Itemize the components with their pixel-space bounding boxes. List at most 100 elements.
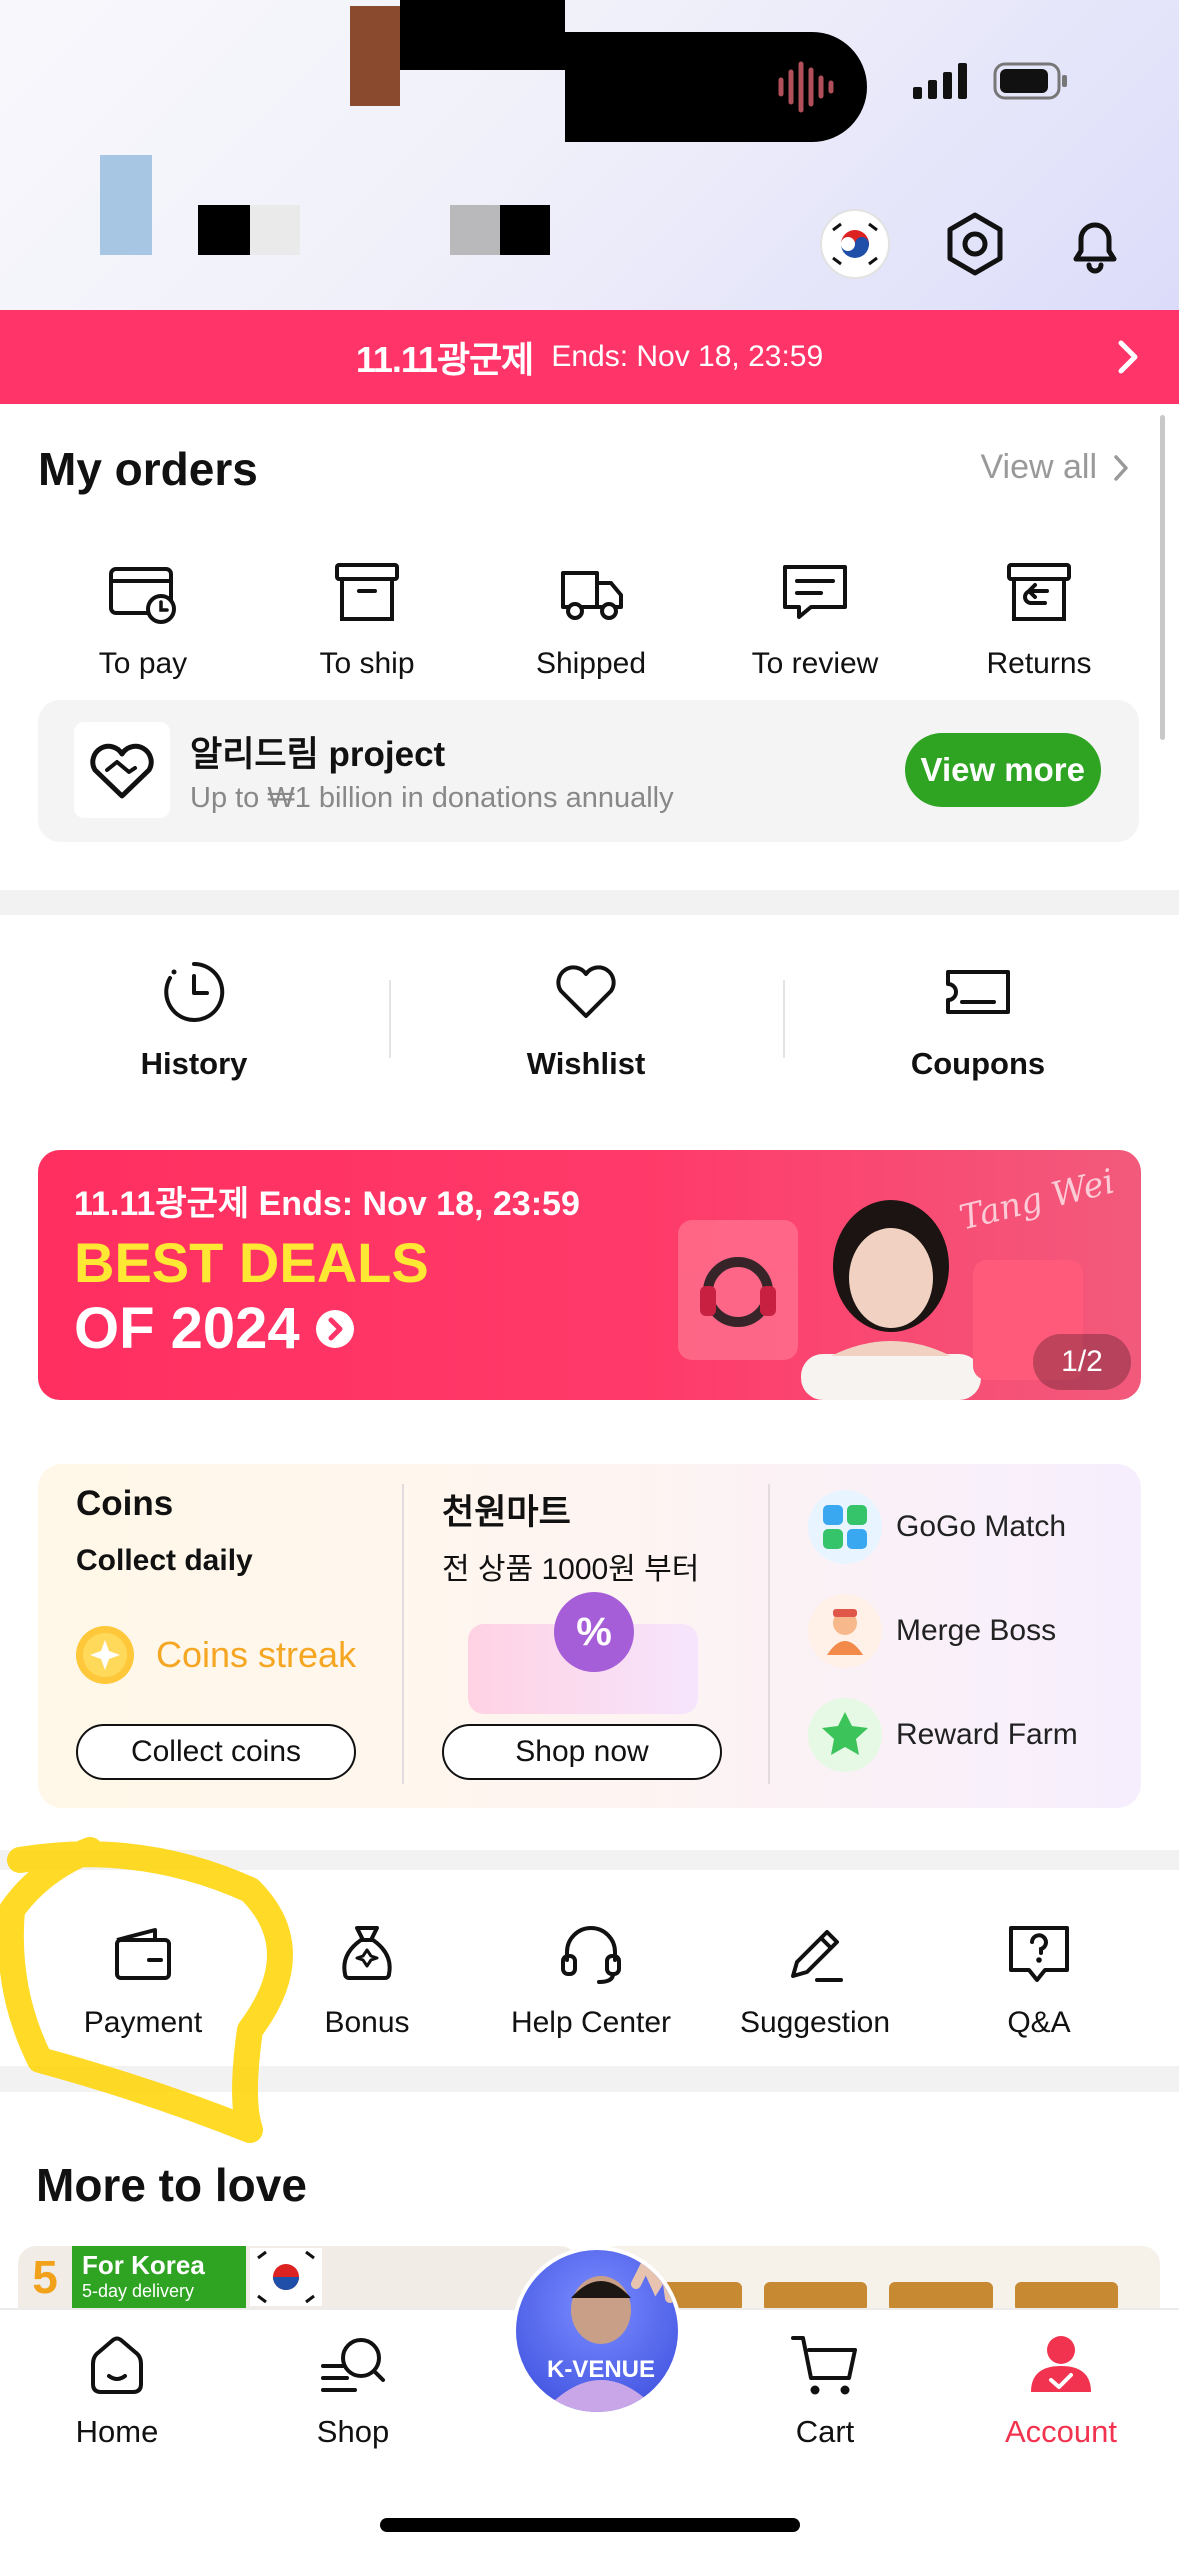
service-label: Payment — [83, 2006, 203, 2039]
coins-card: Coins Collect daily Coins streak Collect… — [38, 1464, 1141, 1808]
order-label: To ship — [319, 647, 415, 680]
service-suggestion[interactable]: Suggestion — [710, 1920, 920, 2040]
service-label: Suggestion — [739, 2006, 891, 2039]
order-returns[interactable]: Returns — [934, 555, 1144, 681]
orders-title: My orders — [38, 443, 258, 495]
order-label: Shipped — [535, 647, 647, 680]
pencil-icon — [791, 1930, 843, 1982]
quick-label: History — [140, 1046, 248, 1081]
home-indicator[interactable] — [380, 2518, 800, 2532]
redacted-name — [500, 205, 550, 255]
k-venue-label: K-VENUE — [546, 2356, 655, 2383]
chevron-right-icon — [1114, 454, 1128, 481]
nav-shop[interactable]: Shop — [268, 2330, 438, 2450]
clock-history-icon — [164, 961, 225, 1022]
banner-pager: 1/2 — [1033, 1334, 1131, 1390]
shop-search-icon — [321, 2338, 385, 2392]
tile-number: 5 — [32, 2251, 58, 2303]
divider — [783, 980, 785, 1058]
quick-label: Coupons — [910, 1046, 1046, 1081]
heart-handshake-icon — [74, 722, 170, 818]
game-gogo-match[interactable]: GoGo Match — [808, 1490, 1066, 1564]
order-to-ship[interactable]: To ship — [262, 555, 472, 681]
quick-label: Wishlist — [526, 1046, 646, 1081]
profile-header — [0, 0, 1179, 310]
shop-now-button[interactable]: Shop now — [442, 1724, 722, 1780]
service-bonus[interactable]: Bonus — [262, 1920, 472, 2040]
redacted-name — [198, 205, 250, 255]
game-label: GoGo Match — [896, 1510, 1067, 1543]
voice-wave-icon — [778, 61, 834, 113]
quick-history[interactable]: History — [44, 960, 344, 1082]
nav-k-venue[interactable]: K-VENUE — [512, 2246, 682, 2416]
service-help-center[interactable]: Help Center — [486, 1920, 696, 2040]
order-to-pay[interactable]: To pay — [38, 555, 248, 681]
coins-subtitle: Collect daily — [76, 1544, 253, 1577]
settings-hex-icon[interactable] — [935, 204, 1015, 284]
service-label: Q&A — [1007, 2006, 1071, 2039]
heart-icon — [556, 965, 616, 1018]
banner-headline: 11.11광군제 Ends: Nov 18, 23:59 — [74, 1185, 580, 1223]
service-qa[interactable]: Q&A — [934, 1920, 1144, 2040]
promo-bar[interactable]: 11.11광군제 Ends: Nov 18, 23:59 — [0, 310, 1179, 404]
donation-card[interactable]: 알리드림 project Up to ₩1 billion in donatio… — [38, 700, 1139, 842]
truck-icon — [561, 571, 623, 620]
banner-signature: Tang Wei — [955, 1161, 1119, 1239]
view-all-link[interactable]: View all — [980, 448, 1129, 487]
for-korea-badge: For Korea 5-day delivery — [72, 2246, 246, 2308]
return-box-icon — [1007, 563, 1071, 621]
service-payment[interactable]: Payment — [38, 1920, 248, 2040]
promo-brand: 11.11광군제 — [355, 339, 534, 380]
mart-subtitle: 전 상품 1000원 부터 — [442, 1553, 700, 1586]
quick-wishlist[interactable]: Wishlist — [436, 960, 736, 1082]
order-label: Returns — [986, 647, 1092, 680]
badge-title: For Korea — [82, 2250, 205, 2280]
order-to-review[interactable]: To review — [710, 555, 920, 681]
character-icon — [808, 1594, 882, 1668]
view-more-button[interactable]: View more — [904, 733, 1101, 807]
redacted-name — [250, 205, 300, 255]
bell-icon[interactable] — [1055, 204, 1135, 284]
collect-coins-button[interactable]: Collect coins — [76, 1724, 356, 1780]
question-bubble-icon — [1009, 1926, 1069, 1982]
banner-title: BEST DEALS — [74, 1231, 429, 1294]
banner-subtitle-text: OF 2024 — [74, 1296, 300, 1361]
service-label: Help Center — [510, 2006, 672, 2039]
game-merge-boss[interactable]: Merge Boss — [808, 1594, 1056, 1668]
redacted-name — [450, 205, 500, 255]
coins-streak[interactable]: Coins streak — [74, 1624, 356, 1686]
scrollbar[interactable] — [1160, 415, 1165, 740]
order-label: To pay — [98, 647, 188, 680]
card-clock-icon — [109, 567, 176, 624]
service-label: Bonus — [324, 2006, 410, 2039]
coins-title: Coins — [76, 1484, 174, 1523]
nav-home[interactable]: Home — [32, 2330, 202, 2450]
divider — [768, 1484, 770, 1784]
divider — [389, 980, 391, 1058]
divider — [402, 1484, 404, 1784]
chevron-right-icon — [1118, 340, 1138, 374]
korea-flag-icon — [250, 2248, 322, 2306]
korea-flag-icon[interactable] — [815, 204, 895, 284]
coin-icon — [76, 1626, 134, 1684]
wallet-icon — [115, 1928, 171, 1980]
battery-icon — [993, 62, 1067, 100]
star-icon — [808, 1698, 882, 1772]
view-all-label: View all — [980, 448, 1097, 486]
banner-subtitle: OF 2024 — [74, 1296, 356, 1362]
nav-label: Shop — [316, 2414, 390, 2449]
avatar[interactable] — [350, 6, 400, 106]
home-icon — [91, 2336, 143, 2394]
box-icon — [335, 563, 399, 621]
order-shipped[interactable]: Shipped — [486, 555, 696, 681]
quick-coupons[interactable]: Coupons — [828, 960, 1128, 1082]
blurred-avatar — [100, 155, 152, 255]
redacted-block — [400, 0, 565, 70]
chat-review-icon — [783, 565, 847, 619]
cart-icon — [791, 2336, 857, 2395]
nav-account[interactable]: Account — [976, 2330, 1146, 2450]
nav-cart[interactable]: Cart — [740, 2330, 910, 2450]
promo-banner[interactable]: 11.11광군제 Ends: Nov 18, 23:59 BEST DEALS … — [38, 1150, 1141, 1400]
donation-title: 알리드림 project — [190, 735, 446, 774]
game-reward-farm[interactable]: Reward Farm — [808, 1698, 1078, 1772]
